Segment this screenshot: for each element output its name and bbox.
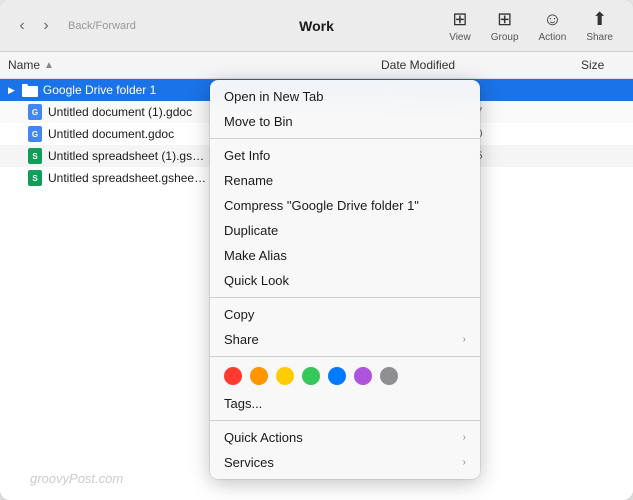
- menu-item-copy[interactable]: Copy: [210, 302, 480, 327]
- menu-separator: [210, 297, 480, 298]
- action-label: Action: [539, 32, 567, 43]
- file-name: Untitled document (1).gdoc: [48, 105, 192, 119]
- menu-item-open-new-tab[interactable]: Open in New Tab: [210, 84, 480, 109]
- gdoc-icon: G: [27, 126, 43, 142]
- menu-item-label: Duplicate: [224, 223, 278, 238]
- share-button[interactable]: ⬆ Share: [578, 5, 621, 47]
- gsheet-icon: S: [27, 170, 43, 186]
- submenu-arrow-icon: ›: [463, 457, 466, 468]
- sort-arrow-icon: ▲: [44, 60, 54, 71]
- tag-red[interactable]: [224, 367, 242, 385]
- menu-item-label: Quick Actions: [224, 430, 303, 445]
- menu-item-tags[interactable]: Tags...: [210, 391, 480, 416]
- toolbar-right: ⊞ View ⊞ Group ☺ Action ⬆ Share: [441, 5, 621, 47]
- tag-yellow[interactable]: [276, 367, 294, 385]
- nav-buttons: ‹ ›: [12, 16, 56, 36]
- view-icon: ⊞: [452, 9, 467, 30]
- menu-item-label: Open in New Tab: [224, 89, 324, 104]
- menu-item-quick-look[interactable]: Quick Look: [210, 268, 480, 293]
- back-button[interactable]: ‹: [12, 16, 32, 36]
- title-bar: ‹ › Back/Forward Work ⊞ View ⊞ Group ☺ A…: [0, 0, 633, 52]
- window-title: Work: [299, 18, 334, 34]
- disclosure-triangle-icon: ▶: [8, 85, 15, 96]
- group-button[interactable]: ⊞ Group: [483, 5, 527, 47]
- menu-item-rename[interactable]: Rename: [210, 168, 480, 193]
- menu-item-duplicate[interactable]: Duplicate: [210, 218, 480, 243]
- tag-orange[interactable]: [250, 367, 268, 385]
- name-column-header[interactable]: Name ▲: [0, 56, 373, 74]
- group-label: Group: [491, 32, 519, 43]
- forward-button[interactable]: ›: [36, 16, 56, 36]
- group-icon: ⊞: [497, 9, 512, 30]
- menu-item-share[interactable]: Share ›: [210, 327, 480, 352]
- menu-item-move-to-bin[interactable]: Move to Bin: [210, 109, 480, 134]
- nav-label: Back/Forward: [68, 20, 136, 32]
- menu-separator: [210, 356, 480, 357]
- size-column-header[interactable]: Size: [573, 56, 633, 74]
- tag-green[interactable]: [302, 367, 320, 385]
- tag-gray[interactable]: [380, 367, 398, 385]
- menu-item-make-alias[interactable]: Make Alias: [210, 243, 480, 268]
- context-menu: Open in New Tab Move to Bin Get Info Ren…: [210, 80, 480, 479]
- file-name: Google Drive folder 1: [43, 83, 156, 97]
- view-button[interactable]: ⊞ View: [441, 5, 479, 47]
- file-name: Untitled spreadsheet (1).gs…: [48, 149, 204, 163]
- menu-item-compress[interactable]: Compress "Google Drive folder 1": [210, 193, 480, 218]
- watermark: groovyPost.com: [30, 471, 123, 486]
- menu-item-label: Rename: [224, 173, 273, 188]
- tag-purple[interactable]: [354, 367, 372, 385]
- file-name: Untitled spreadsheet.gshee…: [48, 171, 206, 185]
- menu-item-label: Compress "Google Drive folder 1": [224, 198, 419, 213]
- action-icon: ☺: [543, 9, 561, 30]
- gdoc-icon: G: [27, 104, 43, 120]
- menu-item-label: Tags...: [224, 396, 262, 411]
- menu-item-label: Copy: [224, 307, 254, 322]
- submenu-arrow-icon: ›: [463, 432, 466, 443]
- menu-item-label: Share: [224, 332, 259, 347]
- file-name: Untitled document.gdoc: [48, 127, 174, 141]
- date-column-header[interactable]: Date Modified: [373, 56, 573, 74]
- menu-item-label: Services: [224, 455, 274, 470]
- view-label: View: [449, 32, 471, 43]
- menu-separator: [210, 420, 480, 421]
- menu-item-label: Get Info: [224, 148, 270, 163]
- folder-icon: [22, 82, 38, 98]
- menu-item-label: Quick Look: [224, 273, 289, 288]
- tag-blue[interactable]: [328, 367, 346, 385]
- action-button[interactable]: ☺ Action: [531, 5, 575, 47]
- column-headers: Name ▲ Date Modified Size: [0, 52, 633, 79]
- menu-item-label: Make Alias: [224, 248, 287, 263]
- menu-item-services[interactable]: Services ›: [210, 450, 480, 475]
- share-icon: ⬆: [592, 9, 607, 30]
- menu-item-quick-actions[interactable]: Quick Actions ›: [210, 425, 480, 450]
- menu-item-label: Move to Bin: [224, 114, 293, 129]
- tags-row: [210, 361, 480, 391]
- gsheet-icon: S: [27, 148, 43, 164]
- menu-item-get-info[interactable]: Get Info: [210, 143, 480, 168]
- menu-separator: [210, 138, 480, 139]
- submenu-arrow-icon: ›: [463, 334, 466, 345]
- share-label: Share: [586, 32, 613, 43]
